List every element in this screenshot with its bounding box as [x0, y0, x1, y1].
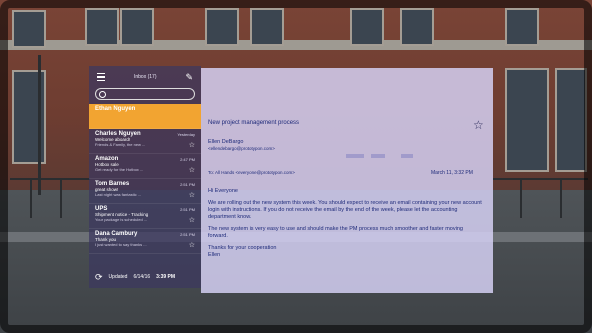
closing: Thanks for your cooperation	[208, 245, 277, 251]
fence-rail	[10, 178, 90, 180]
preview: Get ready for the Hotbox ...	[95, 167, 144, 172]
menu-icon[interactable]	[97, 73, 105, 81]
building-window	[400, 8, 434, 46]
star-icon[interactable]: ☆	[189, 241, 195, 249]
list-item[interactable]: Tom Barnes great show! Last night was fa…	[89, 179, 201, 204]
timestamp: Yesterday	[177, 132, 195, 137]
street-lamp	[38, 55, 41, 195]
fence-rail	[493, 178, 588, 180]
building-window	[205, 8, 239, 46]
list-item[interactable]: Charles Nguyen Welcome aboard! Friends &…	[89, 129, 201, 154]
star-icon[interactable]: ☆	[189, 141, 195, 149]
building-window	[555, 68, 587, 172]
sender-name: Ellen DeBargo	[208, 139, 244, 145]
preview: I just wanted to say thanks ...	[95, 242, 147, 247]
timestamp: 2:51 PM	[180, 232, 195, 237]
preview: Friends & Family, the new ...	[95, 142, 146, 147]
body-paragraph: We are rolling out the new system this w…	[208, 200, 482, 220]
message-pane: New project management process ☆ Ellen D…	[201, 68, 493, 293]
fence-post	[520, 178, 522, 218]
fence-post	[560, 178, 562, 218]
fence-post	[30, 178, 32, 218]
reflection	[346, 154, 364, 158]
star-icon[interactable]: ☆	[189, 191, 195, 199]
list-item[interactable]: Ethan Nguyen	[89, 104, 201, 129]
star-icon[interactable]: ☆	[473, 118, 484, 132]
refresh-icon[interactable]: ⟳	[95, 272, 103, 283]
search-input[interactable]	[95, 88, 195, 100]
building-window	[85, 8, 119, 46]
star-icon[interactable]: ☆	[189, 166, 195, 174]
body-paragraph: The new system is very easy to use and s…	[208, 226, 463, 239]
building-window	[505, 8, 539, 46]
building-window	[12, 10, 46, 48]
updated-time: 3:39 PM	[156, 274, 176, 280]
reflection	[371, 154, 385, 158]
list-item[interactable]: Amazon Hotbox sale Get ready for the Hot…	[89, 154, 201, 179]
building-window	[250, 8, 284, 46]
building-window	[120, 8, 154, 46]
greeting: Hi Everyone	[208, 188, 238, 194]
inbox-footer: ⟳ Updated 6/14/16 3:39 PM	[89, 266, 207, 288]
building-window	[350, 8, 384, 46]
list-item[interactable]: UPS Shipment notice - Tracking Your pack…	[89, 204, 201, 229]
compose-icon[interactable]: ✎	[185, 72, 193, 83]
sender: Ethan Nguyen	[95, 106, 136, 112]
star-icon[interactable]: ☆	[189, 216, 195, 224]
timestamp: 2:47 PM	[180, 157, 195, 162]
list-item[interactable]: Dana Cambury Thank you I just wanted to …	[89, 229, 201, 254]
message-body: Hi Everyone We are rolling out the new s…	[208, 188, 483, 264]
preview: Last night was fantastic ...	[95, 192, 142, 197]
timestamp: 2:51 PM	[180, 182, 195, 187]
inbox-title: Inbox (17)	[133, 74, 157, 80]
signature: Ellen	[208, 252, 221, 258]
message-date: March 11, 3:32 PM	[431, 170, 473, 176]
updated-label: Updated	[108, 274, 128, 280]
search-icon	[99, 90, 106, 98]
building-window	[505, 68, 549, 172]
timestamp: 2:51 PM	[180, 207, 195, 212]
sender-address: <ellendebargo@prototypon.com>	[208, 146, 275, 151]
reflection	[401, 154, 413, 158]
preview: Your package is scheduled ...	[95, 217, 148, 222]
recipients: To: All Hands <everyone@prototypon.com>	[208, 170, 295, 175]
message-subject: New project management process	[208, 120, 300, 126]
inbox-panel: Inbox (17) ✎ Ethan Nguyen Charles Nguyen…	[89, 66, 201, 288]
fence-post	[60, 178, 62, 218]
inbox-header: Inbox (17) ✎	[89, 66, 201, 88]
updated-date: 6/14/16	[133, 274, 151, 280]
